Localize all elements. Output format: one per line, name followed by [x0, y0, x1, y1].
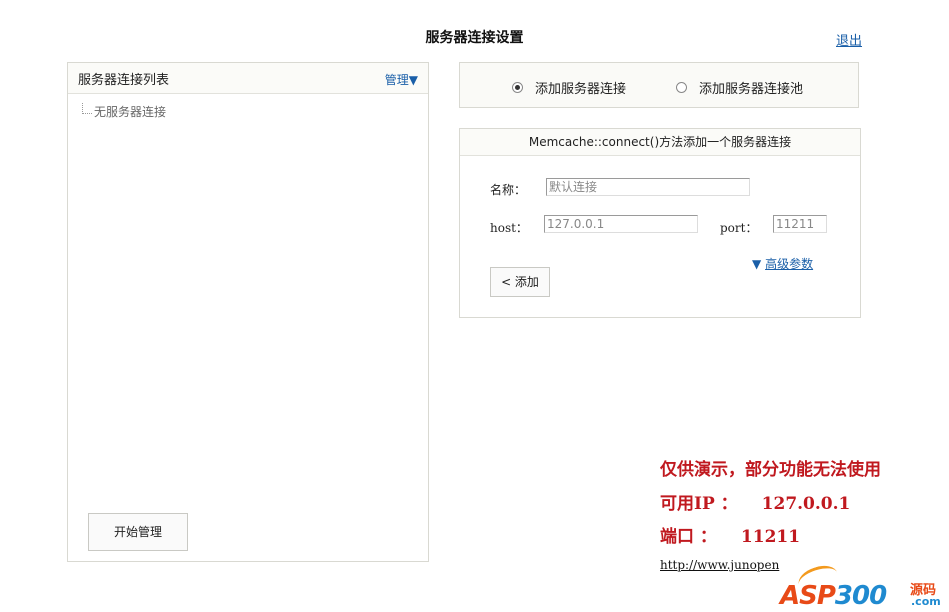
watermark-brand-b: 300	[834, 581, 887, 611]
watermark-brand-a: ASP	[780, 581, 836, 611]
tree-branch-icon	[82, 103, 92, 114]
watermark-suffix-com: .com	[911, 595, 941, 608]
host-input[interactable]: 127.0.0.1	[544, 215, 698, 233]
site-link[interactable]: http://www.junopen	[660, 558, 779, 572]
radio-add-connection-label: 添加服务器连接	[535, 82, 627, 97]
page-title: 服务器连接设置	[425, 30, 524, 46]
name-label: 名称：	[490, 183, 527, 197]
tree-empty-item: 无服务器连接	[94, 105, 167, 119]
server-list-header: 服务器连接列表 管理▼	[68, 63, 428, 94]
advanced-params-label: 高级参数	[765, 257, 814, 271]
host-label: host：	[490, 221, 528, 235]
demo-notice: 仅供演示，部分功能无法使用	[660, 460, 881, 480]
manage-dropdown[interactable]: 管理▼	[385, 71, 418, 88]
add-connection-form: Memcache::connect()方法添加一个服务器连接 名称： 默认连接 …	[459, 128, 861, 318]
start-manage-button[interactable]: 开始管理	[88, 513, 188, 551]
server-tree: 无服务器连接	[82, 103, 166, 120]
port-label: port：	[720, 221, 758, 235]
name-input[interactable]: 默认连接	[546, 178, 750, 196]
chevron-down-icon: ▼	[752, 257, 762, 271]
ip-notice: 可用IP ： 127.0.0.1	[660, 489, 850, 514]
watermark-brand: ASP300	[780, 581, 887, 611]
radio-unselected-icon[interactable]	[676, 82, 687, 93]
port-notice-value: 11211	[740, 527, 801, 547]
server-list-panel: 服务器连接列表 管理▼ 无服务器连接 开始管理	[67, 62, 429, 562]
radio-selected-icon[interactable]	[512, 82, 523, 93]
radio-add-pool-label: 添加服务器连接池	[699, 82, 804, 97]
watermark-logo: ASP300 源码 .com	[780, 561, 946, 611]
ip-notice-value: 127.0.0.1	[761, 494, 851, 514]
server-list-title: 服务器连接列表	[78, 73, 170, 88]
connection-type-panel: 添加服务器连接 添加服务器连接池	[459, 62, 859, 108]
form-heading: Memcache::connect()方法添加一个服务器连接	[460, 129, 860, 156]
add-button[interactable]: < 添加	[490, 267, 550, 297]
logout-link[interactable]: 退出	[836, 30, 862, 49]
ip-notice-label: 可用IP ：	[660, 494, 738, 514]
advanced-params-link[interactable]: ▼ 高级参数	[752, 255, 813, 272]
radio-add-connection-pool[interactable]: 添加服务器连接池	[676, 78, 803, 97]
radio-add-connection[interactable]: 添加服务器连接	[512, 78, 626, 97]
port-input[interactable]: 11211	[773, 215, 827, 233]
port-notice: 端口 ： 11211	[660, 522, 800, 547]
port-notice-label: 端口 ：	[660, 527, 717, 547]
